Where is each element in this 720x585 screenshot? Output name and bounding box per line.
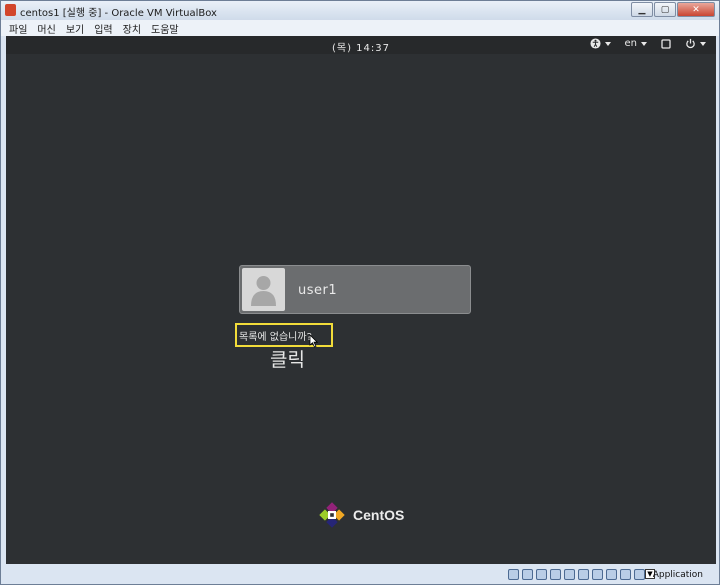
menu-machine[interactable]: 머신: [37, 21, 55, 36]
window-title: centos1 [실행 중] - Oracle VM VirtualBox: [20, 8, 217, 19]
maximize-button[interactable]: ▢: [654, 2, 676, 17]
gnome-top-bar: (목) 14:37 en: [6, 36, 716, 54]
menu-devices[interactable]: 장치: [123, 21, 141, 36]
menu-bar: 파일 머신 보기 입력 장치 도움말: [1, 20, 719, 36]
hard-disk-icon[interactable]: [508, 569, 519, 580]
audio-icon[interactable]: [536, 569, 547, 580]
chevron-down-icon: [700, 41, 706, 46]
centos-logo-text: CentOS: [353, 507, 405, 523]
video-capture-icon[interactable]: [606, 569, 617, 580]
not-listed-label: 목록에 없습니까?: [239, 332, 312, 343]
username-label: user1: [298, 283, 338, 298]
user-list-item[interactable]: user1: [239, 265, 471, 314]
vm-status-bar: ▼ Application: [1, 566, 719, 584]
menu-input[interactable]: 입력: [94, 21, 112, 36]
power-icon: [686, 38, 695, 49]
centos-logo-icon: [319, 502, 345, 528]
display-icon: [661, 38, 671, 49]
user-avatar-icon: [251, 276, 276, 306]
display-icon[interactable]: [592, 569, 603, 580]
host-key-label: Application: [652, 570, 703, 580]
language-menu[interactable]: en: [624, 38, 647, 49]
usb-icon[interactable]: [564, 569, 575, 580]
optical-drive-icon[interactable]: [522, 569, 533, 580]
cpu-icon[interactable]: [620, 569, 631, 580]
chevron-down-icon: [641, 41, 647, 46]
shared-folder-icon[interactable]: [578, 569, 589, 580]
menu-help[interactable]: 도움말: [151, 21, 179, 36]
minimize-button[interactable]: ▁: [631, 2, 653, 17]
avatar: [242, 268, 285, 311]
virtualbox-window: centos1 [실행 중] - Oracle VM VirtualBox ▁ …: [0, 0, 720, 585]
close-button[interactable]: ✕: [677, 2, 715, 17]
system-indicators: en: [576, 38, 706, 49]
virtualbox-icon: [5, 4, 16, 16]
title-bar[interactable]: centos1 [실행 중] - Oracle VM VirtualBox ▁ …: [1, 1, 719, 20]
device-indicators: [505, 569, 645, 580]
menu-view[interactable]: 보기: [66, 21, 84, 36]
power-menu[interactable]: [685, 38, 706, 49]
chevron-down-icon: [604, 41, 611, 46]
accessibility-icon: [589, 38, 601, 49]
language-label: en: [624, 38, 638, 49]
menu-file[interactable]: 파일: [9, 21, 27, 36]
centos-logo: CentOS: [317, 500, 404, 530]
mouse-integration-icon[interactable]: [634, 569, 645, 580]
mouse-cursor-icon: [309, 334, 319, 348]
network-icon[interactable]: [550, 569, 561, 580]
vm-display[interactable]: (목) 14:37 en user1 목록에 없습니까? 클릭 CentOS: [6, 36, 716, 564]
annotation-text: 클릭: [270, 349, 305, 371]
window-controls: ▁ ▢ ✕: [630, 2, 715, 18]
display-menu[interactable]: [661, 38, 671, 49]
accessibility-menu[interactable]: [589, 38, 611, 49]
